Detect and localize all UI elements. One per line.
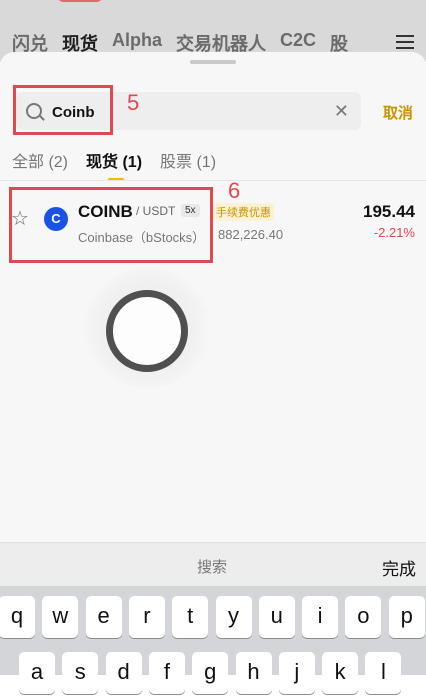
keyboard: qwertyuiop asdfghjkl	[0, 586, 426, 694]
result-change: -2.21%	[373, 225, 415, 240]
keyboard-done-button[interactable]: 完成	[382, 555, 416, 580]
key-a[interactable]: a	[19, 652, 55, 694]
clear-icon[interactable]: ✕	[334, 101, 349, 121]
annotation-box-search	[13, 85, 113, 135]
key-e[interactable]: e	[85, 596, 122, 638]
keyboard-row-1: qwertyuiop	[0, 596, 426, 640]
key-l[interactable]: l	[365, 652, 402, 694]
cancel-button[interactable]: 取消	[383, 102, 413, 123]
key-y[interactable]: y	[215, 596, 252, 638]
key-o[interactable]: o	[345, 596, 382, 638]
hamburger-menu-icon[interactable]	[396, 35, 414, 49]
sheet-grabber-handle[interactable]	[190, 60, 236, 64]
key-s[interactable]: s	[62, 652, 99, 694]
key-i[interactable]: i	[302, 596, 339, 638]
key-j[interactable]: j	[278, 652, 315, 694]
filter-tabs: 全部 (2) 现货 (1) 股票 (1)	[12, 148, 216, 181]
key-h[interactable]: h	[235, 652, 272, 694]
search-sheet: ✕ 取消 5 全部 (2) 现货 (1) 股票 (1) ☆ C COINB / …	[0, 52, 426, 542]
filter-tab-spot[interactable]: 现货 (1)	[86, 148, 142, 181]
key-q[interactable]: q	[0, 596, 35, 638]
key-f[interactable]: f	[148, 652, 185, 694]
result-volume: 882,226.40	[218, 227, 284, 242]
divider	[0, 180, 426, 181]
background-red-pill	[58, 0, 102, 2]
keyboard-toolbar: 搜索 完成	[0, 542, 426, 587]
key-k[interactable]: k	[322, 652, 359, 694]
keyboard-row-2: asdfghjkl	[0, 652, 426, 696]
key-g[interactable]: g	[192, 652, 229, 694]
fee-discount-badge: 手续费优惠	[213, 203, 274, 221]
annotation-number-6: 6	[228, 178, 241, 203]
loading-spinner	[106, 290, 188, 372]
filter-tab-stocks[interactable]: 股票 (1)	[160, 148, 216, 172]
annotation-number-5: 5	[127, 90, 140, 115]
key-t[interactable]: t	[172, 596, 209, 638]
key-r[interactable]: r	[128, 596, 165, 638]
key-w[interactable]: w	[42, 596, 79, 638]
key-p[interactable]: p	[388, 596, 425, 638]
filter-tab-all[interactable]: 全部 (2)	[12, 148, 68, 172]
key-d[interactable]: d	[105, 652, 142, 694]
annotation-box-result	[9, 187, 213, 263]
result-price: 195.44	[363, 202, 415, 221]
keyboard-title: 搜索	[197, 559, 228, 576]
key-u[interactable]: u	[258, 596, 295, 638]
